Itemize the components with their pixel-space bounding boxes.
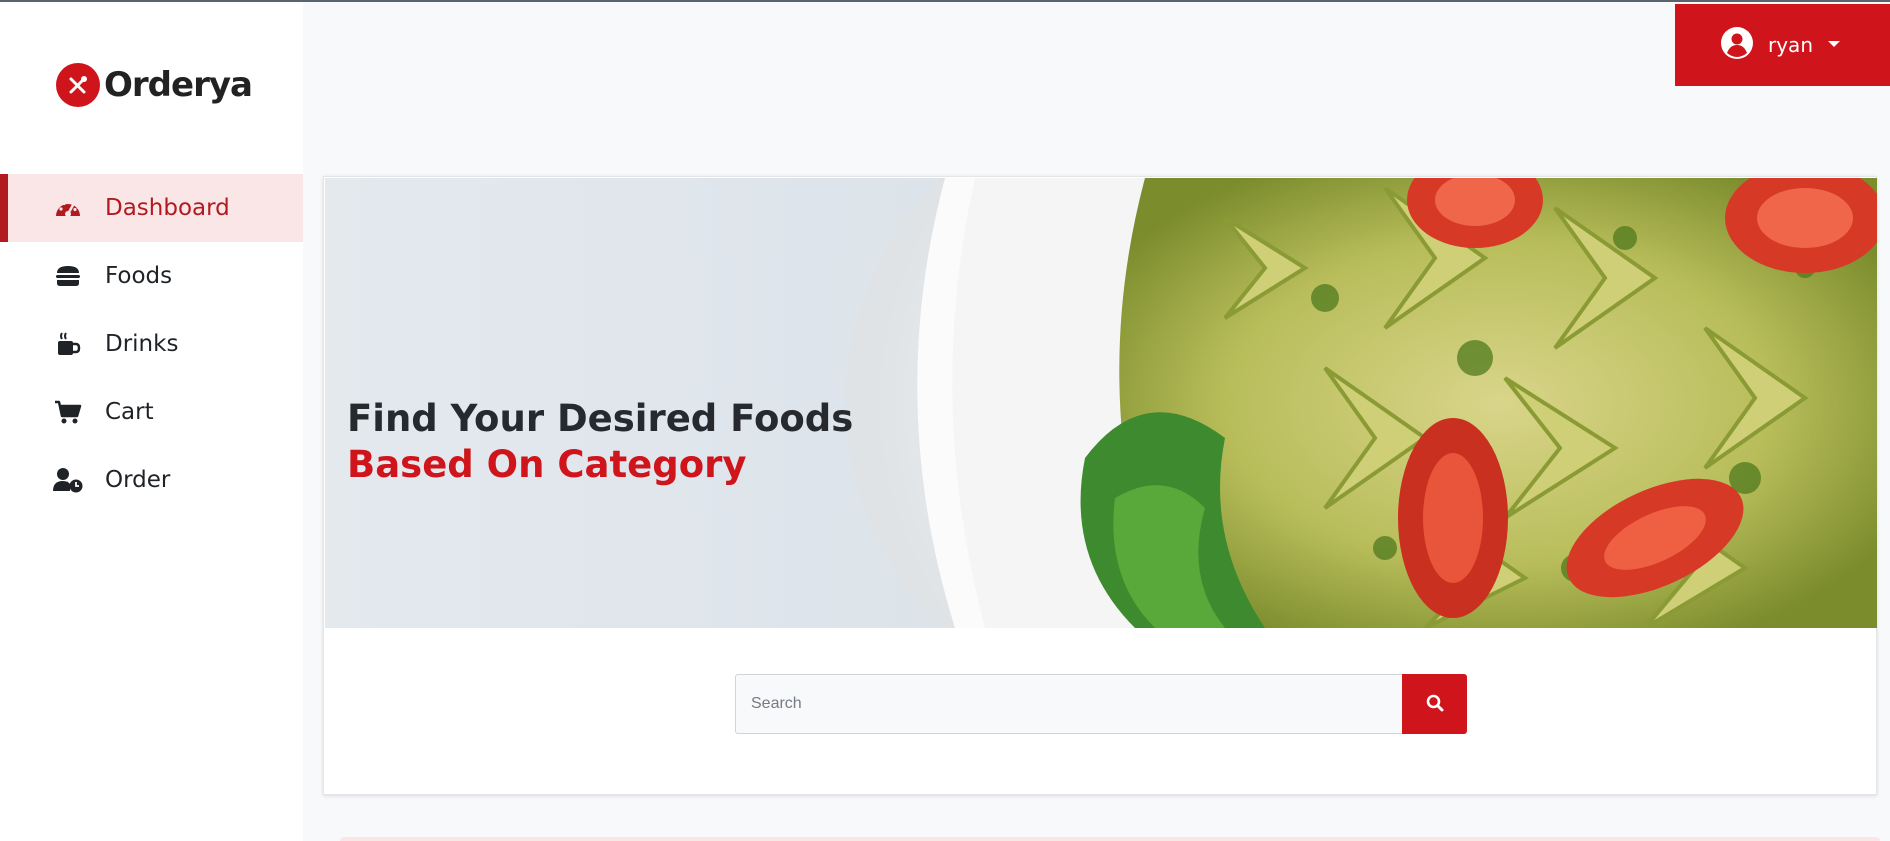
gauge-icon [52, 194, 84, 222]
hero-title-line2: Based On Category [347, 443, 747, 486]
sidebar-item-foods[interactable]: Foods [0, 242, 303, 310]
sidebar-nav: Dashboard Foods Drinks Cart Order [0, 174, 303, 514]
search-icon [1426, 694, 1444, 715]
dashboard-card: Find Your Desired Foods Based On Categor… [323, 176, 1877, 795]
caret-down-icon [1827, 36, 1841, 54]
burger-icon [52, 262, 84, 290]
brand-logo[interactable]: Orderya [56, 62, 253, 108]
user-menu-button[interactable]: ryan [1675, 4, 1890, 86]
sidebar-item-label: Dashboard [105, 195, 230, 221]
sidebar-item-label: Order [105, 467, 171, 493]
sidebar: Orderya Dashboard Foods Drinks Cart Orde… [0, 2, 303, 841]
sidebar-item-label: Drinks [105, 331, 179, 357]
mug-icon [52, 330, 84, 358]
hero-banner: Find Your Desired Foods Based On Categor… [325, 178, 1877, 628]
sidebar-item-dashboard[interactable]: Dashboard [0, 174, 303, 242]
sidebar-item-label: Cart [105, 399, 154, 425]
hero-title-line1: Find Your Desired Foods [347, 397, 854, 440]
search-input[interactable] [735, 674, 1402, 734]
sidebar-item-label: Foods [105, 263, 173, 289]
user-name: ryan [1768, 33, 1813, 57]
sidebar-item-order[interactable]: Order [0, 446, 303, 514]
hero-title: Find Your Desired Foods Based On Categor… [347, 396, 853, 488]
cart-icon [52, 398, 84, 426]
search-bar [735, 674, 1467, 734]
sidebar-item-drinks[interactable]: Drinks [0, 310, 303, 378]
user-circle-icon [1720, 26, 1754, 65]
fork-knife-icon [56, 63, 100, 107]
sidebar-item-cart[interactable]: Cart [0, 378, 303, 446]
next-card-edge [340, 837, 1880, 841]
user-clock-icon [52, 466, 84, 494]
brand-name: Orderya [104, 65, 253, 105]
search-button[interactable] [1402, 674, 1467, 734]
